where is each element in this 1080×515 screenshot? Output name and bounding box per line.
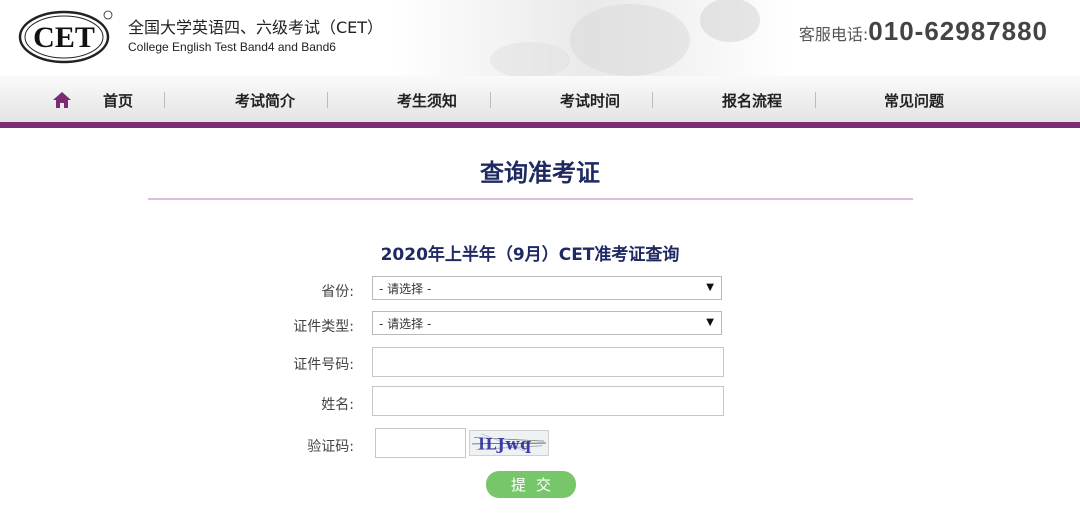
site-subtitle: College English Test Band4 and Band6 xyxy=(128,40,336,54)
nav-separator xyxy=(815,92,816,108)
name-label: 姓名: xyxy=(321,397,354,413)
page-title: 查询准考证 xyxy=(480,159,600,187)
captcha-label: 验证码: xyxy=(307,439,354,455)
province-selected-value: - 请选择 - xyxy=(379,282,432,296)
nav-item-faq[interactable]: 常见问题 xyxy=(884,90,944,111)
nav-item-exam-intro[interactable]: 考试简介 xyxy=(235,90,295,111)
province-label: 省份: xyxy=(321,284,354,300)
nav-item-home[interactable]: 首页 xyxy=(103,90,133,111)
site-title: 全国大学英语四、六级考试（CET） xyxy=(128,18,384,37)
nav-separator xyxy=(164,92,165,108)
captcha-input[interactable] xyxy=(375,428,466,458)
nav-separator xyxy=(652,92,653,108)
id-type-select[interactable]: - 请选择 - ▼ xyxy=(372,311,722,335)
nav-separator xyxy=(327,92,328,108)
nav-item-registration-process[interactable]: 报名流程 xyxy=(722,90,782,111)
hotline: 客服电话: 010-62987880 xyxy=(799,16,1048,47)
id-type-selected-value: - 请选择 - xyxy=(379,317,432,331)
nav-separator xyxy=(490,92,491,108)
captcha-image[interactable]: lLJwq xyxy=(469,430,549,456)
form-title: 2020年上半年（9月）CET准考证查询 xyxy=(380,245,680,265)
cet-logo[interactable]: CET xyxy=(18,8,114,64)
nav-item-exam-time[interactable]: 考试时间 xyxy=(560,90,620,111)
name-input[interactable] xyxy=(372,386,724,416)
nav-accent-bar xyxy=(0,122,1080,128)
nav-item-candidate-notice[interactable]: 考生须知 xyxy=(397,90,457,111)
site-header: CET 全国大学英语四、六级考试（CET） College English Te… xyxy=(0,0,1080,76)
header-decoration xyxy=(390,0,790,76)
id-number-input[interactable] xyxy=(372,347,724,377)
province-select[interactable]: - 请选择 - ▼ xyxy=(372,276,722,300)
hotline-label: 客服电话: xyxy=(798,25,869,44)
logo-text: CET xyxy=(33,21,95,54)
home-icon[interactable] xyxy=(52,91,72,109)
id-number-label: 证件号码: xyxy=(293,357,354,373)
triangle-down-icon: ▼ xyxy=(706,317,714,328)
hotline-number: 010-62987880 xyxy=(868,16,1048,46)
title-divider xyxy=(148,198,913,200)
submit-button[interactable]: 提交 xyxy=(486,471,576,498)
id-type-label: 证件类型: xyxy=(293,319,354,335)
triangle-down-icon: ▼ xyxy=(706,282,714,293)
